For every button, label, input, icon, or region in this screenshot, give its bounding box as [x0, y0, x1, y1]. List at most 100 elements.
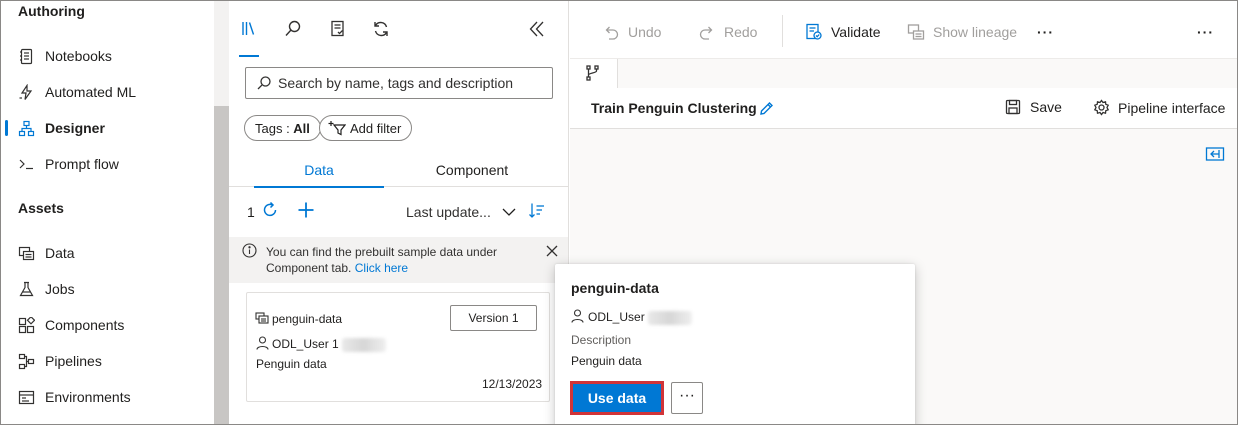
add-data-icon[interactable]: [296, 200, 316, 220]
prompt-flow-icon: [18, 156, 35, 173]
more-options-button[interactable]: ···: [1037, 21, 1054, 43]
active-tool-indicator: [239, 55, 259, 57]
nav-item-jobs[interactable]: Jobs: [1, 273, 211, 305]
card-asset-name: penguin-data: [272, 312, 343, 326]
click-here-link[interactable]: Click here: [355, 261, 408, 275]
asset-tabs: Data Component: [229, 153, 569, 188]
card-date: 12/13/2023: [482, 377, 543, 391]
data-asset-card[interactable]: penguin-data Version 1 ODL_User 1 Pengui…: [246, 292, 550, 402]
nav-item-label: Components: [45, 317, 125, 333]
search-box[interactable]: [245, 67, 553, 99]
undo-label: Undo: [628, 24, 662, 40]
add-filter-label: Add filter: [350, 120, 402, 136]
pipeline-title-bar: Train Penguin Clustering Save Pipeline i…: [570, 88, 1237, 129]
jobs-flask-icon: [18, 281, 35, 298]
double-chevron-left-icon[interactable]: [527, 19, 547, 39]
nav-scrollbar-thumb[interactable]: [214, 106, 229, 424]
add-filter-icon: [328, 120, 346, 136]
validate-button[interactable]: Validate: [805, 21, 881, 43]
info-message: You can find the prebuilt sample data un…: [266, 244, 536, 276]
components-icon: [18, 317, 35, 334]
nav-item-label: Jobs: [45, 281, 75, 297]
checklist-icon[interactable]: [328, 19, 348, 39]
chevron-down-icon[interactable]: [501, 205, 517, 219]
tags-filter-pill[interactable]: Tags : All: [244, 115, 321, 141]
nav-item-notebooks[interactable]: Notebooks: [1, 40, 211, 72]
sort-order-icon[interactable]: [528, 202, 546, 220]
active-indicator: [5, 120, 8, 136]
nav-item-environments[interactable]: Environments: [1, 381, 211, 413]
item-count: 1: [247, 204, 255, 220]
pipeline-interface-button[interactable]: Pipeline interface: [1093, 99, 1225, 116]
show-lineage-label: Show lineage: [933, 24, 1018, 40]
overflow-menu-button[interactable]: ···: [1197, 21, 1214, 43]
card-user-name: ODL_User 1: [272, 337, 339, 351]
add-filter-button[interactable]: Add filter: [319, 115, 413, 141]
tags-filter-value: All: [293, 120, 310, 136]
validate-icon: [805, 23, 823, 41]
automated-ml-icon: [18, 84, 35, 101]
assets-heading: Assets: [18, 200, 64, 216]
nav-item-label: Data: [45, 245, 75, 261]
library-icon[interactable]: [239, 19, 259, 39]
lineage-icon: [907, 23, 925, 41]
nav-item-prompt-flow[interactable]: Prompt flow: [1, 148, 211, 180]
panel-toolbar: [229, 1, 569, 57]
dataset-icon: [255, 311, 269, 325]
refresh-list-icon[interactable]: [260, 200, 280, 220]
redacted-text: [341, 337, 386, 352]
sort-dropdown[interactable]: Last update...: [406, 204, 491, 220]
version-dropdown[interactable]: Version 1: [450, 305, 537, 331]
card-user: ODL_User 1: [272, 337, 386, 352]
pipeline-title: Train Penguin Clustering: [591, 100, 757, 116]
info-icon: [242, 243, 257, 258]
save-button[interactable]: Save: [1005, 99, 1062, 115]
list-controls: 1 Last update...: [229, 197, 569, 227]
nav-item-data[interactable]: Data: [1, 237, 211, 269]
pipeline-interface-label: Pipeline interface: [1118, 99, 1226, 116]
undo-icon: [602, 23, 620, 41]
notebook-icon: [18, 48, 35, 65]
nav-item-label: Designer: [45, 120, 105, 136]
use-data-button[interactable]: Use data: [570, 381, 664, 415]
pipeline-tab[interactable]: [570, 59, 618, 89]
nav-scrollbar[interactable]: [214, 1, 229, 424]
info-message-bar: You can find the prebuilt sample data un…: [229, 237, 568, 283]
redo-label: Redo: [724, 24, 758, 40]
nav-item-automated-ml[interactable]: Automated ML: [1, 76, 211, 108]
refresh-icon[interactable]: [371, 19, 391, 39]
tab-component[interactable]: Component: [407, 153, 537, 187]
environments-icon: [18, 389, 35, 406]
close-icon[interactable]: [545, 244, 559, 258]
nav-item-pipelines[interactable]: Pipelines: [1, 345, 211, 377]
pipeline-branch-icon: [585, 64, 601, 82]
redacted-text: [647, 310, 692, 325]
search-input[interactable]: [278, 73, 548, 93]
expand-panel-icon[interactable]: [1205, 146, 1225, 162]
save-icon: [1005, 99, 1021, 115]
tab-data[interactable]: Data: [254, 153, 384, 188]
redo-button[interactable]: Redo: [698, 21, 757, 43]
search-icon: [256, 75, 272, 91]
authoring-heading: Authoring: [18, 3, 85, 19]
redo-icon: [698, 23, 716, 41]
left-navigation: Authoring Notebooks Automated ML Designe…: [1, 1, 229, 424]
asset-library-panel: Tags : All Add filter Data Component 1 L…: [229, 1, 569, 424]
tags-filter-prefix: Tags :: [255, 120, 294, 136]
undo-button[interactable]: Undo: [602, 21, 661, 43]
validate-label: Validate: [831, 24, 881, 40]
gear-icon: [1093, 99, 1110, 116]
popup-more-button[interactable]: ···: [671, 382, 703, 414]
nav-item-components[interactable]: Components: [1, 309, 211, 341]
nav-item-designer[interactable]: Designer: [1, 112, 211, 144]
toolbar-divider: [782, 15, 783, 47]
user-icon: [571, 309, 584, 323]
nav-item-label: Environments: [45, 389, 131, 405]
nav-item-label: Notebooks: [45, 48, 112, 64]
edit-pencil-icon[interactable]: [758, 100, 775, 117]
popup-title: penguin-data: [571, 280, 659, 296]
show-lineage-button[interactable]: Show lineage: [907, 21, 1017, 43]
search-icon[interactable]: [283, 19, 303, 39]
save-label: Save: [1030, 99, 1062, 115]
popup-description: Penguin data: [571, 354, 642, 368]
